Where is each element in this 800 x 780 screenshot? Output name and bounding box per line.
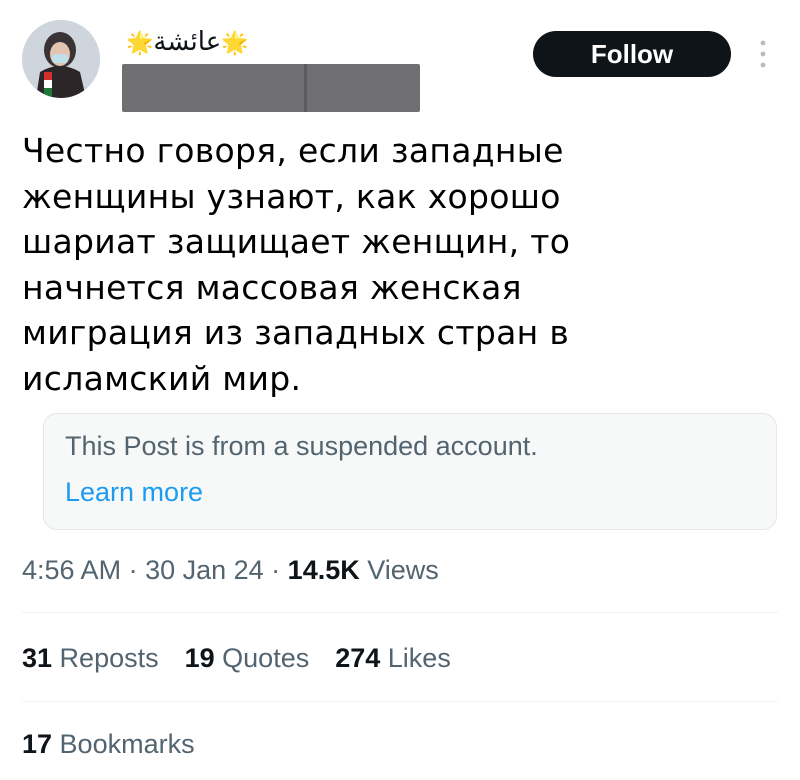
likes-stat[interactable]: 274 Likes [335,641,451,675]
views-count: 14.5K [287,555,360,585]
follow-button[interactable]: Follow [533,31,731,77]
star-emoji-icon: 🌟 [221,30,249,55]
post-body: Честно говоря, если западные женщины узн… [22,128,782,401]
suspended-account-notice: This Post is from a suspended account. L… [43,413,777,530]
post-meta: 4:56 AM · 30 Jan 24 · 14.5K Views [22,554,439,586]
reposts-count: 31 [22,643,53,673]
bookmarks-stat-inner: 17 Bookmarks [22,727,195,761]
meta-separator: · [121,555,146,585]
avatar[interactable] [22,20,100,98]
post-date[interactable]: 30 Jan 24 [145,555,264,585]
post-line: женщины узнают, как хорошо [22,176,561,216]
post-time[interactable]: 4:56 AM [22,555,121,585]
avatar-photo-icon [22,20,100,98]
vertical-ellipsis-icon[interactable] [757,38,769,70]
post-line: исламский мир. [22,358,302,398]
notice-text: This Post is from a suspended account. [65,431,538,461]
learn-more-link[interactable]: Learn more [65,476,203,508]
quotes-label: Quotes [214,643,310,673]
engagement-stats: 31 Reposts 19 Quotes 274 Likes [22,641,477,675]
likes-label: Likes [380,643,451,673]
post-line: начнется массовая женская [22,267,522,307]
reposts-label: Reposts [52,643,159,673]
post-line: шариат защищает женщин, то [22,222,571,261]
divider [22,701,778,702]
bookmarks-stat[interactable]: 17 Bookmarks [22,727,195,761]
post-line: Честно говоря, если западные [22,131,564,170]
bookmarks-count: 17 [22,729,53,759]
reposts-stat[interactable]: 31 Reposts [22,641,159,675]
quotes-count: 19 [184,643,215,673]
quotes-stat[interactable]: 19 Quotes [185,641,310,675]
post-line: миграция из западных стран в [22,313,570,352]
author-name-text: عائشة [153,26,222,56]
meta-separator: · [263,555,288,585]
bookmarks-label: Bookmarks [52,729,195,759]
star-emoji-icon: 🌟 [126,30,154,55]
divider [22,612,778,613]
likes-count: 274 [335,643,381,673]
views-label: Views [359,555,439,585]
redacted-handle [122,64,420,112]
author-display-name[interactable]: 🌟عائشة🌟 [126,26,249,58]
